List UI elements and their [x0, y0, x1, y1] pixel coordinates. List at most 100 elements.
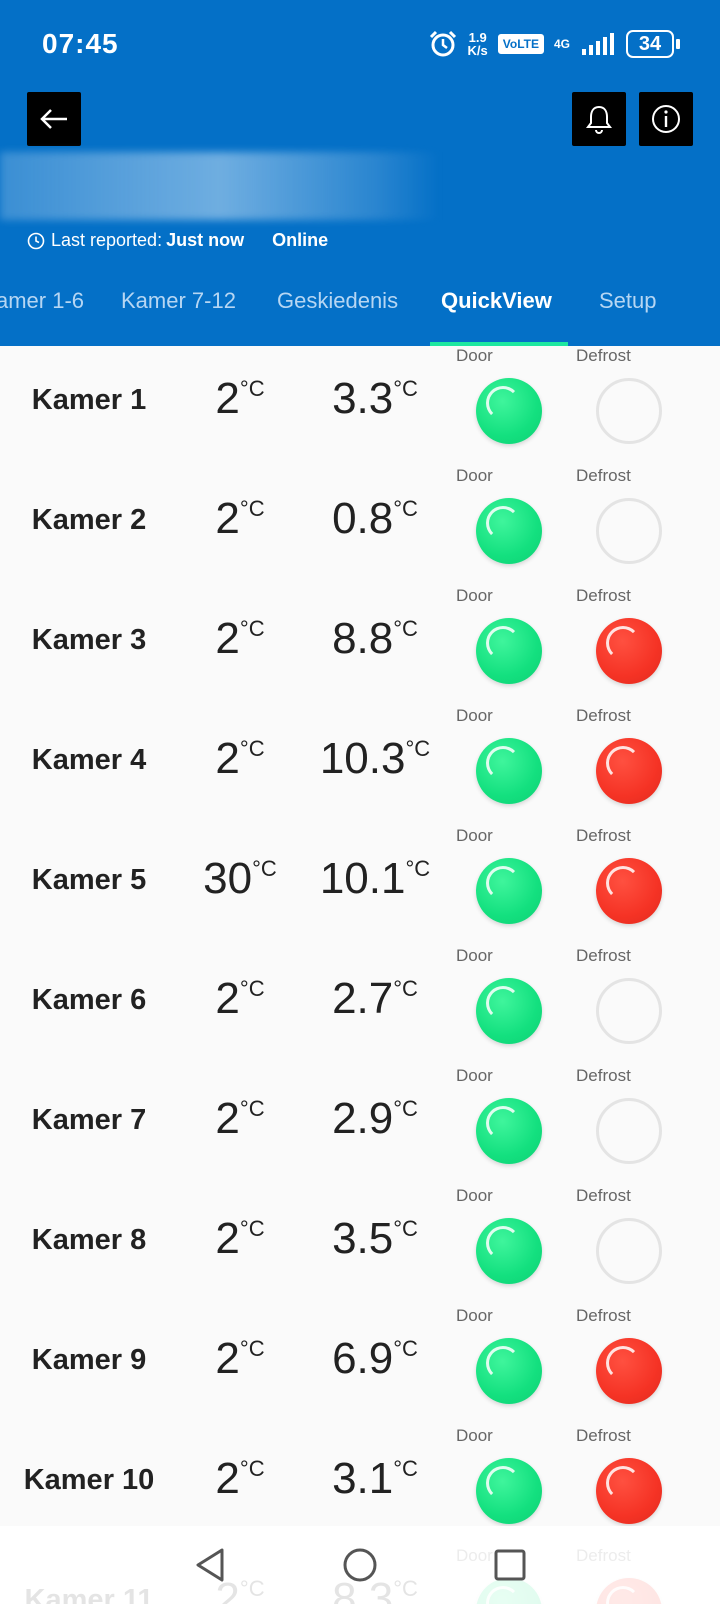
indicator-shine: [606, 1346, 640, 1380]
room-name: Kamer 4: [31, 744, 147, 776]
setpoint-value: 2: [215, 1454, 240, 1503]
door-label: Door: [456, 346, 493, 365]
info-icon: [652, 105, 680, 133]
actual-temperature: 6.9°C: [300, 1334, 450, 1384]
actual-value: 6.9: [332, 1334, 394, 1383]
tab-quickview[interactable]: QuickView: [441, 288, 552, 314]
network-type: 4G: [553, 37, 570, 51]
setpoint-temperature: 2°C: [190, 734, 290, 784]
notifications-button[interactable]: [572, 92, 626, 146]
defrost-status-indicator: [596, 618, 662, 684]
bell-icon: [586, 105, 612, 134]
setpoint-temperature: 2°C: [190, 974, 290, 1024]
door-label: Door: [456, 706, 493, 725]
defrost-label: Defrost: [576, 946, 631, 965]
temperature-unit: °C: [393, 1336, 418, 1361]
room-name: Kamer 6: [31, 984, 147, 1016]
room-row: Door Defrost Kamer 4 2°C 10.3°C: [0, 706, 720, 826]
defrost-label: Defrost: [576, 1186, 631, 1205]
room-row: Door Defrost Kamer 5 30°C 10.1°C: [0, 826, 720, 946]
temperature-unit: °C: [393, 1456, 418, 1481]
volte-badge: VoLTE: [497, 34, 544, 54]
tab-kamer-1-6[interactable]: amer 1-6: [0, 288, 84, 314]
setpoint-temperature: 2°C: [190, 1094, 290, 1144]
network-speed: 1.9 K/s: [468, 31, 488, 57]
connection-status: Online: [272, 230, 329, 250]
triangle-back-icon: [196, 1548, 224, 1582]
defrost-status-indicator: [596, 1458, 662, 1524]
door-status-indicator: [476, 738, 542, 804]
actual-value: 10.1: [319, 854, 406, 903]
indicator-shine: [486, 386, 520, 420]
square-recents-icon: [494, 1549, 526, 1581]
door-label: Door: [456, 586, 493, 605]
device-name-redacted: [0, 152, 440, 220]
setpoint-temperature: 2°C: [190, 494, 290, 544]
temperature-unit: °C: [239, 976, 265, 1001]
defrost-label: Defrost: [576, 706, 631, 725]
defrost-status-indicator: [596, 1218, 662, 1284]
room-name: Kamer 5: [31, 864, 147, 896]
status-icons: 1.9 K/s VoLTE 4G 34: [428, 26, 680, 62]
room-name: Kamer 3: [31, 624, 147, 656]
indicator-shine: [486, 1346, 520, 1380]
indicator-shine: [606, 626, 640, 660]
defrost-status-indicator: [596, 1338, 662, 1404]
door-label: Door: [456, 1306, 493, 1325]
indicator-shine: [486, 1226, 520, 1260]
temperature-unit: °C: [405, 736, 431, 761]
tab-setup[interactable]: Setup: [599, 288, 657, 314]
actual-value: 3.1: [332, 1454, 394, 1503]
actual-value: 8.8: [332, 614, 394, 663]
actual-value: 0.8: [332, 494, 394, 543]
circle-home-icon: [343, 1548, 377, 1582]
back-button[interactable]: [27, 92, 81, 146]
defrost-status-indicator: [596, 1098, 662, 1164]
room-row: Door Defrost Kamer 8 2°C 3.5°C: [0, 1186, 720, 1306]
actual-value: 10.3: [319, 734, 406, 783]
door-status-indicator: [476, 1098, 542, 1164]
defrost-label: Defrost: [576, 1426, 631, 1445]
alarm-clock-icon: [429, 30, 456, 57]
defrost-label: Defrost: [576, 1306, 631, 1325]
indicator-shine: [486, 1106, 520, 1140]
actual-value: 3.5: [332, 1214, 394, 1263]
nav-back-button[interactable]: [190, 1545, 230, 1585]
actual-value: 2.9: [332, 1094, 394, 1143]
indicator-shine: [486, 746, 520, 780]
defrost-label: Defrost: [576, 466, 631, 485]
indicator-shine: [606, 866, 640, 900]
actual-temperature: 2.7°C: [300, 974, 450, 1024]
battery-indicator: 34: [626, 30, 680, 58]
status-time: 07:45: [42, 28, 119, 59]
door-label: Door: [456, 1066, 493, 1085]
setpoint-value: 2: [215, 974, 240, 1023]
actual-temperature: 10.1°C: [300, 854, 450, 904]
door-status-indicator: [476, 1218, 542, 1284]
room-row: Door Defrost Kamer 6 2°C 2.7°C: [0, 946, 720, 1066]
door-status-indicator: [476, 978, 542, 1044]
tab-geskiedenis[interactable]: Geskiedenis: [277, 288, 398, 314]
defrost-status-indicator: [596, 978, 662, 1044]
app-header: 07:45 1.9 K/s VoLTE 4G 34 Last reported:…: [0, 0, 720, 346]
temperature-unit: °C: [239, 1096, 265, 1121]
door-label: Door: [456, 466, 493, 485]
room-name: Kamer 2: [31, 504, 147, 536]
defrost-status-indicator: [596, 378, 662, 444]
temperature-unit: °C: [239, 1456, 265, 1481]
door-label: Door: [456, 826, 493, 845]
nav-recents-button[interactable]: [490, 1545, 530, 1585]
info-button[interactable]: [639, 92, 693, 146]
actual-temperature: 10.3°C: [300, 734, 450, 784]
tab-kamer-7-12[interactable]: Kamer 7-12: [121, 288, 236, 314]
nav-home-button[interactable]: [340, 1545, 380, 1585]
setpoint-temperature: 2°C: [190, 1334, 290, 1384]
temperature-unit: °C: [393, 376, 418, 401]
indicator-shine: [486, 986, 520, 1020]
status-bar: 07:45 1.9 K/s VoLTE 4G 34: [0, 0, 720, 80]
network-speed-unit: K/s: [467, 43, 488, 58]
door-status-indicator: [476, 1458, 542, 1524]
door-status-indicator: [476, 378, 542, 444]
setpoint-temperature: 2°C: [190, 1454, 290, 1504]
setpoint-value: 2: [215, 1094, 240, 1143]
